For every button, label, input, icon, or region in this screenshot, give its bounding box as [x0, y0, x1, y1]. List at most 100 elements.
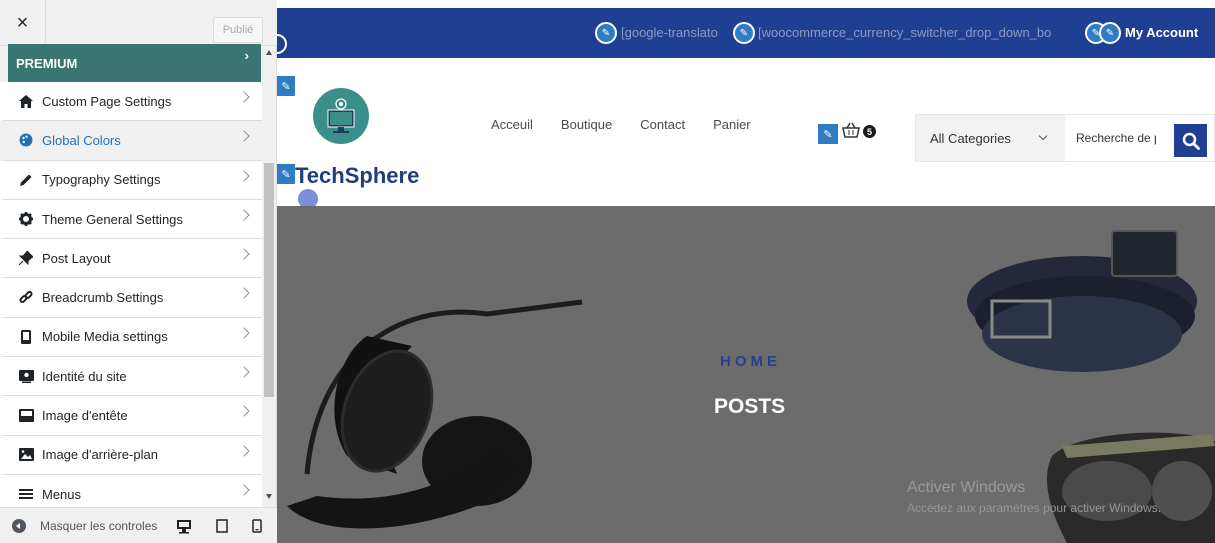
scrollbar-thumb[interactable] [264, 163, 274, 397]
chevron-right-icon [238, 484, 250, 496]
site-logo[interactable] [313, 88, 369, 144]
customizer-menu: Custom Page Settings Global Colors Typog… [0, 82, 262, 515]
nav-link-home[interactable]: Acceuil [491, 117, 533, 132]
chevron-down-icon [1038, 131, 1048, 141]
section-premium[interactable]: PREMIUM › [8, 44, 261, 82]
menu-item-site-identity[interactable]: Identité du site [0, 357, 262, 397]
computer-globe-icon [327, 98, 355, 133]
windows-activation-title: Activer Windows [907, 479, 1026, 496]
windows-activation-subtitle: Accédez aux paramètres pour activer Wind… [907, 501, 1162, 515]
menu-item-label: Typography Settings [42, 172, 161, 188]
panel-footer: Masquer les controles [0, 507, 277, 543]
chevron-right-icon [238, 366, 250, 378]
search-button[interactable] [1174, 124, 1207, 157]
tablet-icon [16, 329, 36, 345]
tablet-preview-button[interactable] [213, 517, 231, 535]
breadcrumb-home[interactable]: HOME [720, 353, 781, 370]
chevron-right-icon [238, 327, 250, 339]
menu-item-label: Global Colors [42, 132, 121, 148]
menu-item-post-layout[interactable]: Post Layout [0, 239, 262, 279]
menu-item-label: Theme General Settings [42, 211, 183, 227]
cart-icon[interactable] [842, 122, 860, 138]
main-navigation: Acceuil Boutique Contact Panier [491, 117, 779, 132]
edit-pencil-icon[interactable]: ✎ [277, 76, 295, 96]
menu-item-background-image[interactable]: Image d'arrière-plan [0, 435, 262, 475]
gear-icon [16, 211, 36, 227]
desktop-icon [177, 519, 191, 533]
edit-pencil-icon[interactable]: ✎ [733, 22, 755, 44]
link-icon [16, 290, 36, 306]
id-card-icon [16, 368, 36, 384]
publish-button[interactable]: Publié [213, 17, 263, 43]
header-image-icon [16, 408, 36, 424]
hide-controls-button[interactable]: Masquer les controles [0, 518, 158, 533]
menu-item-label: Mobile Media settings [42, 329, 168, 345]
chevron-right-icon: › [244, 48, 249, 63]
desktop-preview-button[interactable] [175, 517, 193, 535]
background-image-icon [16, 447, 36, 463]
chevron-right-icon [238, 91, 250, 103]
menu-icon [16, 486, 36, 502]
menu-item-label: Image d'arrière-plan [42, 447, 158, 463]
chevron-right-icon [238, 445, 250, 457]
chevron-right-icon [238, 405, 250, 418]
edit-pencil-icon[interactable] [277, 34, 287, 54]
menu-item-typography-settings[interactable]: Typography Settings [0, 160, 262, 200]
page-title: POSTS [714, 395, 786, 418]
pencil-icon [16, 172, 36, 188]
menu-item-header-image[interactable]: Image d'entête [0, 396, 262, 436]
menu-item-label: Image d'entête [42, 408, 128, 424]
edit-pencil-icon[interactable]: ✎ [1099, 22, 1121, 44]
home-icon [16, 93, 36, 109]
edit-pencil-icon[interactable]: ✎ [818, 124, 838, 144]
mobile-preview-button[interactable] [248, 517, 266, 535]
my-account-link[interactable]: My Account [1125, 25, 1198, 40]
top-bar: [google-translato [woocommerce_currency_… [277, 8, 1215, 58]
customizer-panel: × Publié PREMIUM › Custom Page Settings … [0, 0, 277, 543]
menu-item-breadcrumb-settings[interactable]: Breadcrumb Settings [0, 278, 262, 318]
edit-pencil-icon[interactable]: ✎ [595, 22, 617, 44]
scroll-down-arrow-icon[interactable] [266, 494, 272, 499]
scroll-up-arrow-icon[interactable] [266, 50, 272, 55]
collapse-arrow-icon [12, 518, 26, 533]
menu-item-custom-page-settings[interactable]: Custom Page Settings [0, 82, 262, 122]
menu-item-label: Custom Page Settings [42, 93, 172, 109]
category-select-value: All Categories [930, 130, 1011, 146]
site-preview: [google-translato [woocommerce_currency_… [277, 0, 1215, 543]
search-input[interactable] [1076, 127, 1156, 149]
menu-item-label: Menus [42, 486, 82, 502]
edit-pencil-icon[interactable]: ✎ [277, 164, 295, 184]
hero-banner: HOME POSTS Activer Windows Accédez aux p… [277, 206, 1215, 543]
palette-icon [16, 132, 36, 148]
menu-item-label: Post Layout [42, 250, 111, 266]
mobile-device-icon [252, 519, 262, 533]
section-premium-label: PREMIUM [16, 55, 78, 71]
menu-item-mobile-media-settings[interactable]: Mobile Media settings [0, 317, 262, 358]
menu-item-label: Identité du site [42, 368, 127, 384]
nav-link-contact[interactable]: Contact [640, 117, 685, 132]
currency-switcher-shortcode: [woocommerce_currency_switcher_drop_down… [758, 25, 1052, 40]
category-select[interactable]: All Categories [916, 115, 1065, 161]
search-icon [1182, 132, 1200, 150]
chevron-right-icon [238, 209, 250, 221]
chevron-right-icon [238, 169, 250, 182]
close-button[interactable]: × [0, 0, 46, 46]
menu-item-label: Breadcrumb Settings [42, 290, 164, 306]
site-title[interactable]: TechSphere [295, 163, 419, 189]
menu-item-global-colors[interactable]: Global Colors [0, 121, 262, 161]
nav-link-cart[interactable]: Panier [713, 117, 751, 132]
close-icon: × [16, 11, 29, 34]
nav-link-shop[interactable]: Boutique [561, 117, 612, 132]
product-search: All Categories [915, 114, 1215, 162]
panel-header: × Publié [0, 0, 277, 46]
hide-controls-label: Masquer les controles [40, 518, 158, 533]
cart-count-badge: 5 [863, 125, 876, 138]
chevron-right-icon [238, 130, 250, 142]
hero-product-image [287, 230, 1215, 543]
tablet-device-icon [216, 519, 228, 533]
menu-item-theme-general-settings[interactable]: Theme General Settings [0, 199, 262, 240]
chevron-right-icon [238, 287, 250, 300]
chevron-right-icon [238, 248, 250, 260]
translator-shortcode: [google-translato [621, 25, 718, 40]
pin-icon [16, 250, 36, 266]
